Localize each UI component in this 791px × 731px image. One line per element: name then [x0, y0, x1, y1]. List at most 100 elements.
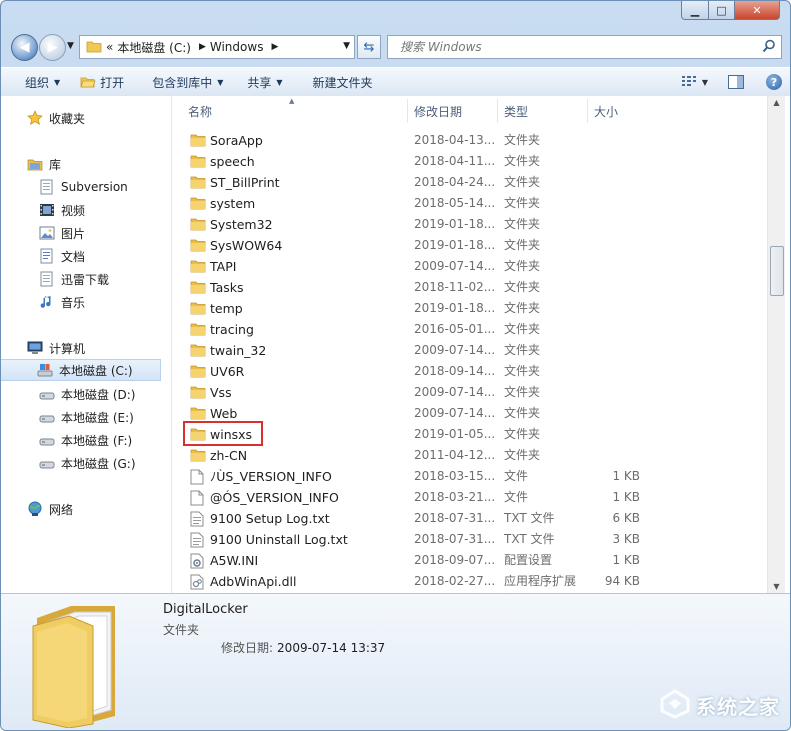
- sidebar-item-documents[interactable]: 文档: [39, 245, 85, 267]
- table-row[interactable]: 9100 Uninstall Log.txt 2018-07-31... TXT 文…: [180, 529, 767, 550]
- file-name: ﾉÙS_VERSION_INFO: [210, 469, 332, 484]
- table-row[interactable]: winsxs 2019-01-05... 文件夹: [180, 424, 767, 445]
- table-row[interactable]: twain_32 2009-07-14... 文件夹: [180, 340, 767, 361]
- table-row[interactable]: ST_BillPrint 2018-04-24... 文件夹: [180, 172, 767, 193]
- breadcrumb-windows[interactable]: Windows: [210, 40, 264, 54]
- file-size: [584, 193, 640, 214]
- sidebar-item-label: 图片: [61, 226, 86, 241]
- vertical-scrollbar[interactable]: ▲ ▼: [767, 96, 785, 593]
- folder-icon: [190, 154, 206, 171]
- modified-value: 2009-07-14 13:37: [277, 641, 386, 655]
- breadcrumb-overflow[interactable]: «: [106, 40, 113, 54]
- table-row[interactable]: tracing 2016-05-01... 文件夹: [180, 319, 767, 340]
- include-library-button[interactable]: 包含到库中 ▼: [134, 68, 233, 96]
- forward-button[interactable]: ▶: [39, 34, 66, 61]
- help-icon[interactable]: ?: [766, 74, 782, 90]
- file-file-icon: [190, 469, 204, 488]
- sidebar-item-drive-f[interactable]: 本地磁盘 (F:): [39, 429, 132, 451]
- chevron-right-icon[interactable]: ▶: [199, 42, 206, 52]
- column-header-name[interactable]: 名称: [172, 99, 408, 123]
- recent-pages-button[interactable]: ▼: [67, 41, 74, 51]
- table-row[interactable]: AdbWinApi.dll 2018-02-27... 应用程序扩展 94 KB: [180, 571, 767, 592]
- search-icon[interactable]: [762, 39, 776, 56]
- open-label: 打开: [100, 75, 125, 90]
- sidebar-item-favorites[interactable]: 收藏夹: [27, 107, 85, 129]
- file-type: 文件夹: [504, 196, 541, 210]
- sidebar-item-music[interactable]: 音乐: [39, 291, 85, 313]
- sidebar-item-drive-d[interactable]: 本地磁盘 (D:): [39, 383, 135, 405]
- sidebar-item-videos[interactable]: 视频: [39, 199, 85, 221]
- chevron-right-icon[interactable]: ▶: [271, 42, 278, 52]
- table-row[interactable]: Web 2009-07-14... 文件夹: [180, 403, 767, 424]
- table-row[interactable]: 9100 Setup Log.txt 2018-07-31... TXT 文件 6 K…: [180, 508, 767, 529]
- maximize-button[interactable]: □: [709, 1, 735, 20]
- new-folder-button[interactable]: 新建文件夹: [293, 68, 383, 96]
- column-header-modified[interactable]: 修改日期: [408, 99, 498, 123]
- sidebar-item-computer[interactable]: 计算机: [27, 337, 85, 359]
- table-row[interactable]: @ÓS_VERSION_INFO 2018-03-21... 文件 1 KB: [180, 487, 767, 508]
- column-header-size[interactable]: 大小: [588, 99, 668, 123]
- sidebar-item-drive-e[interactable]: 本地磁盘 (E:): [39, 406, 134, 428]
- folder-icon: [190, 175, 206, 192]
- refresh-button[interactable]: ⇆: [357, 35, 381, 59]
- table-row[interactable]: temp 2019-01-18... 文件夹: [180, 298, 767, 319]
- close-button[interactable]: ✕: [735, 1, 780, 20]
- scroll-down-arrow-icon[interactable]: ▼: [768, 582, 785, 591]
- file-modified: 2018-04-11...: [414, 154, 496, 168]
- preview-pane-button[interactable]: [728, 75, 744, 89]
- sidebar-item-label: 库: [49, 157, 62, 172]
- search-box[interactable]: [387, 35, 782, 59]
- table-row[interactable]: Vss 2009-07-14... 文件夹: [180, 382, 767, 403]
- file-modified: 2018-05-14...: [414, 196, 496, 210]
- folder-icon: [190, 196, 206, 213]
- column-header-type[interactable]: 类型: [498, 99, 588, 123]
- drive-icon: [39, 386, 55, 402]
- organize-button[interactable]: 组织 ▼: [1, 68, 70, 96]
- search-input[interactable]: [398, 39, 762, 55]
- back-button[interactable]: ◀: [11, 34, 38, 61]
- table-row[interactable]: ﾉÙS_VERSION_INFO 2018-03-15... 文件 1 KB: [180, 466, 767, 487]
- table-row[interactable]: system 2018-05-14... 文件夹: [180, 193, 767, 214]
- table-row[interactable]: Tasks 2018-11-02... 文件夹: [180, 277, 767, 298]
- minimize-button[interactable]: ▁: [681, 1, 709, 20]
- file-size: [584, 424, 640, 445]
- chevron-down-icon: ▼: [217, 77, 224, 87]
- file-modified: 2009-07-14...: [414, 406, 496, 420]
- table-row[interactable]: SysWOW64 2019-01-18... 文件夹: [180, 235, 767, 256]
- file-type: 文件夹: [504, 343, 541, 357]
- folder-icon: [190, 301, 206, 318]
- share-button[interactable]: 共享 ▼: [233, 68, 292, 96]
- file-name: SysWOW64: [210, 238, 283, 253]
- sidebar-item-pictures[interactable]: 图片: [39, 222, 85, 244]
- file-modified: 2016-05-01...: [414, 322, 496, 336]
- scroll-up-arrow-icon[interactable]: ▲: [768, 98, 785, 107]
- table-row[interactable]: UV6R 2018-09-14... 文件夹: [180, 361, 767, 382]
- table-row[interactable]: A5W.INI 2018-09-07... 配置设置 1 KB: [180, 550, 767, 571]
- breadcrumb-drive-c[interactable]: 本地磁盘 (C:): [117, 39, 191, 56]
- table-row[interactable]: SoraApp 2018-04-13... 文件夹: [180, 130, 767, 151]
- sidebar-item-thunder-downloads[interactable]: 迅雷下载: [39, 268, 109, 290]
- table-row[interactable]: zh-CN 2011-04-12... 文件夹: [180, 445, 767, 466]
- sidebar-item-libraries[interactable]: 库: [27, 153, 61, 175]
- open-button[interactable]: 打开: [70, 68, 134, 96]
- file-type: 文件夹: [504, 154, 541, 168]
- table-row[interactable]: speech 2018-04-11... 文件夹: [180, 151, 767, 172]
- sidebar-item-drive-c[interactable]: 本地磁盘 (C:): [1, 359, 161, 381]
- chevron-down-icon[interactable]: ▼: [343, 41, 350, 51]
- address-bar[interactable]: « 本地磁盘 (C:) ▶ Windows ▶ ▼: [79, 35, 355, 59]
- folder-icon: [190, 448, 206, 465]
- sidebar-item-subversion[interactable]: Subversion: [39, 176, 128, 198]
- file-name: @ÓS_VERSION_INFO: [210, 490, 339, 505]
- view-options-button[interactable]: ▼: [681, 75, 708, 90]
- table-row[interactable]: TAPI 2009-07-14... 文件夹: [180, 256, 767, 277]
- organize-label: 组织: [25, 75, 50, 90]
- scrollbar-thumb[interactable]: [770, 246, 784, 296]
- sidebar-item-network[interactable]: 网络: [27, 498, 73, 520]
- include-library-label: 包含到库中: [152, 75, 213, 90]
- file-type: 文件夹: [504, 406, 541, 420]
- file-name: temp: [210, 301, 243, 316]
- sidebar-item-drive-g[interactable]: 本地磁盘 (G:): [39, 452, 136, 474]
- folder-icon: [190, 385, 206, 402]
- table-row[interactable]: System32 2019-01-18... 文件夹: [180, 214, 767, 235]
- file-size: [584, 235, 640, 256]
